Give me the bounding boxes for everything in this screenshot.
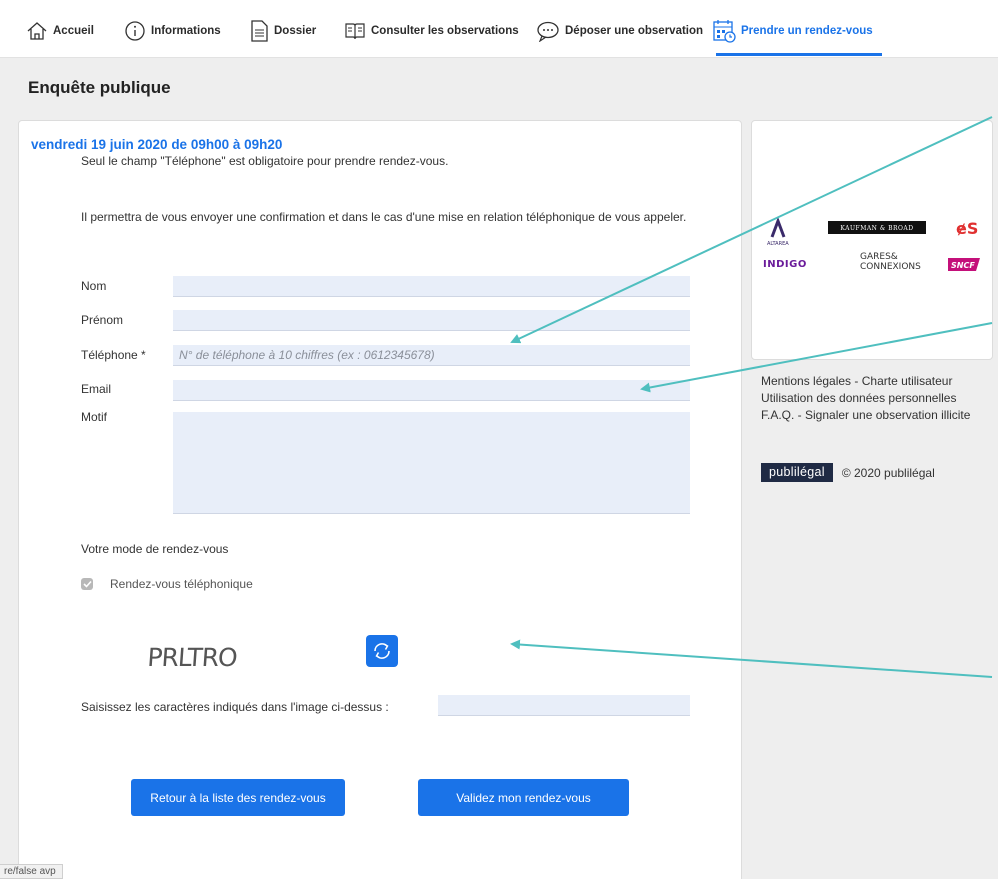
prenom-label: Prénom <box>81 313 124 327</box>
copyright-text: © 2020 publilégal <box>841 465 935 480</box>
speech-bubble-icon <box>537 21 559 42</box>
back-to-list-button[interactable]: Retour à la liste des rendez-vous <box>131 779 345 816</box>
nav-accueil[interactable]: Accueil <box>26 17 94 45</box>
nav-label: Informations <box>151 25 221 37</box>
active-tab-indicator <box>716 53 882 56</box>
svg-text:SNCF: SNCF <box>951 261 975 270</box>
svg-text:CONNEXIONS: CONNEXIONS <box>860 262 921 272</box>
nav-label: Dossier <box>274 25 317 37</box>
charte-utilisateur-link[interactable]: Charte utilisateur <box>862 374 953 388</box>
svg-text:GARES&: GARES& <box>860 252 898 262</box>
phone-appointment-label: Rendez-vous téléphonique <box>110 577 253 591</box>
svg-text:INDIGO: INDIGO <box>763 259 807 270</box>
partner-logos: ALTAREA KAUFMAN & BROAD ɇS INDIGO GARES&… <box>763 216 980 272</box>
svg-text:ALTAREA: ALTAREA <box>767 241 789 247</box>
page-title: Enquête publique <box>28 78 171 97</box>
phone-appointment-option[interactable]: Rendez-vous téléphonique <box>81 577 253 591</box>
email-label: Email <box>81 382 112 396</box>
mentions-legales-link[interactable]: Mentions légales <box>761 374 851 388</box>
captcha-refresh-button[interactable] <box>366 635 398 667</box>
nav-informations[interactable]: Informations <box>124 17 221 45</box>
nav-label: Accueil <box>53 25 94 37</box>
appointment-slot-title: vendredi 19 juin 2020 de 09h00 à 09h20 <box>31 137 283 152</box>
telephone-label: Téléphone * <box>81 348 146 362</box>
signaler-observation-link[interactable]: Signaler une observation illicite <box>805 408 970 422</box>
gares-connexions-logo: GARES& CONNEXIONS <box>860 252 921 272</box>
nav-label: Consulter les observations <box>371 25 519 37</box>
browser-status-bar: re/false avp <box>0 864 63 879</box>
intro-phone-text: Il permettra de vous envoyer une confirm… <box>81 210 687 224</box>
info-icon <box>125 21 145 41</box>
motif-label: Motif <box>81 410 108 424</box>
nav-label: Déposer une observation <box>565 25 704 37</box>
nav-dossier[interactable]: Dossier <box>249 17 316 45</box>
kaufman-broad-logo: KAUFMAN & BROAD <box>828 221 926 234</box>
refresh-icon <box>374 643 390 659</box>
nom-label: Nom <box>81 279 107 293</box>
telephone-input[interactable] <box>173 345 690 366</box>
svg-text:ɇS: ɇS <box>956 219 978 238</box>
captcha-label: Saisissez les caractères indiqués dans l… <box>81 700 389 714</box>
nav-consulter-observations[interactable]: Consulter les observations <box>344 17 519 45</box>
open-book-icon <box>345 23 365 40</box>
es-logo: ɇS <box>956 219 978 238</box>
publilegal-logo[interactable]: publilégal <box>761 463 833 482</box>
appointment-mode-label: Votre mode de rendez-vous <box>81 542 229 556</box>
partners-card: ALTAREA KAUFMAN & BROAD ɇS INDIGO GARES&… <box>751 120 993 360</box>
svg-text:KAUFMAN & BROAD: KAUFMAN & BROAD <box>840 225 913 232</box>
document-icon <box>251 20 268 42</box>
checkbox-checked-icon[interactable] <box>81 578 93 590</box>
intro-required-text: Seul le champ "Téléphone" est obligatoir… <box>81 154 449 168</box>
captcha-input[interactable] <box>438 695 690 716</box>
nav-prendre-rendez-vous[interactable]: Prendre un rendez-vous <box>712 17 873 45</box>
home-icon <box>27 22 47 40</box>
donnees-personnelles-link[interactable]: Utilisation des données personnelles <box>761 391 956 405</box>
email-input[interactable] <box>173 380 690 401</box>
validate-appointment-button[interactable]: Validez mon rendez-vous <box>418 779 629 816</box>
nom-input[interactable] <box>173 276 690 297</box>
sncf-logo: SNCF <box>948 258 980 271</box>
motif-textarea[interactable] <box>173 412 690 514</box>
nav-label: Prendre un rendez-vous <box>741 25 873 37</box>
captcha-text: PRLTRO <box>147 643 238 672</box>
footer-links: Mentions légales - Charte utilisateur Ut… <box>761 374 971 422</box>
prenom-input[interactable] <box>173 310 690 331</box>
altarea-logo: ALTAREA <box>767 216 789 247</box>
captcha-image: PRLTRO <box>147 643 238 672</box>
nav-deposer-observation[interactable]: Déposer une observation <box>536 17 703 45</box>
appointment-form-card: vendredi 19 juin 2020 de 09h00 à 09h20 S… <box>18 120 742 879</box>
calendar-icon <box>713 20 736 43</box>
publilegal-footer: publilégal © 2020 publilégal <box>761 463 935 482</box>
faq-link[interactable]: F.A.Q. <box>761 408 794 422</box>
top-navigation: Accueil Informations Dossier Consulter l… <box>0 0 998 58</box>
indigo-logo: INDIGO <box>763 259 807 270</box>
